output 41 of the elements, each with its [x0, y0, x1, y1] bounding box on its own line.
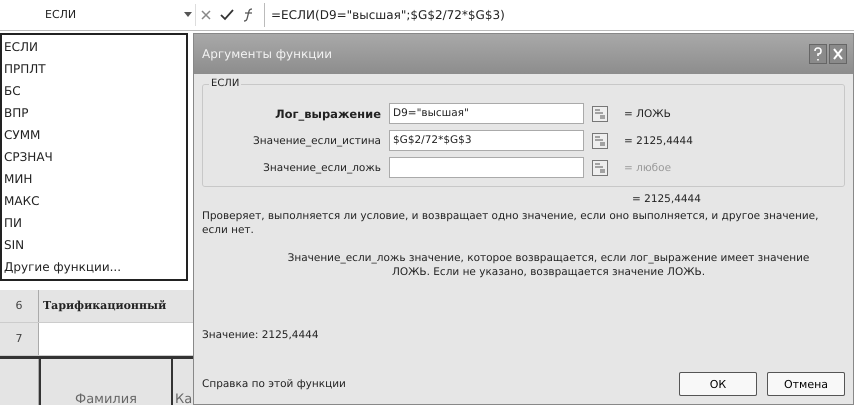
function-list-item[interactable]: ПИ [4, 212, 184, 234]
table-header-cell: Фамилия [39, 359, 171, 405]
formula-field[interactable]: =ЕСЛИ(D9="высшая";$G$2/72*$G$3) [264, 3, 505, 27]
range-select-icon[interactable] [592, 132, 608, 148]
row-header[interactable]: 6 [0, 290, 39, 322]
function-list-item[interactable]: СРЗНАЧ [4, 146, 184, 168]
formula-result: Значение: 2125,4444 [202, 329, 320, 341]
function-list-item[interactable]: SIN [4, 234, 184, 256]
result-value: = 2125,4444 [632, 193, 702, 205]
dialog-button[interactable]: ОК [679, 372, 757, 396]
function-list-item[interactable]: СУММ [4, 124, 184, 146]
range-select-icon[interactable] [592, 106, 608, 122]
argument-input[interactable]: D9="высшая" [389, 103, 584, 124]
help-icon[interactable] [809, 44, 827, 64]
argument-input[interactable]: $G$2/72*$G$3 [389, 130, 584, 151]
function-list-item[interactable]: ЕСЛИ [4, 36, 184, 58]
function-list-item[interactable]: ВПР [4, 102, 184, 124]
window-title: Аргументы функции [202, 47, 332, 61]
group-label: ЕСЛИ [209, 78, 242, 89]
function-list-item[interactable]: МИН [4, 168, 184, 190]
argument-description: Значение_если_ложь значение, которое возвращается, если лог_выражение имеет значение ЛОЖЬ. Если не указано, возвращается значение ЛОЖЬ. [286, 251, 810, 279]
function-help-link[interactable]: Справка по этой функции [202, 378, 346, 390]
check-icon[interactable] [220, 9, 234, 21]
argument-result: = ЛОЖЬ [624, 108, 671, 120]
close-icon[interactable] [829, 44, 847, 64]
dropdown-caret-icon[interactable] [184, 12, 192, 18]
function-list-item[interactable]: Другие функции... [4, 256, 184, 278]
row-header[interactable]: 7 [0, 323, 39, 355]
argument-result: = любое [624, 162, 672, 174]
argument-label: Лог_выражение [274, 106, 381, 120]
cancel-icon[interactable] [200, 9, 212, 21]
dialog-button[interactable]: Отмена [767, 372, 845, 396]
function-list-item[interactable]: БС [4, 80, 184, 102]
argument-label: Значение_если_истина [252, 134, 381, 146]
argument-label: Значение_если_ложь [262, 162, 381, 174]
range-select-icon[interactable] [592, 160, 608, 176]
function-description: Проверяет, выполняется ли условие, и возвращает одно значение, если оно выполняется, и другое значение, если нет. [202, 209, 820, 237]
function-list-item[interactable]: МАКС [4, 190, 184, 212]
function-list-item[interactable]: ПРПЛТ [4, 58, 184, 80]
argument-input[interactable] [389, 157, 584, 178]
argument-result: = 2125,4444 [624, 134, 693, 146]
